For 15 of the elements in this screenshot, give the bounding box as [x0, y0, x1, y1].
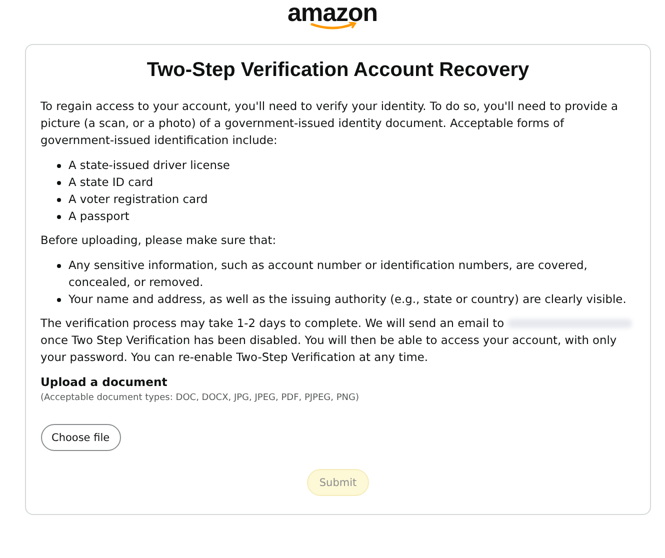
choose-file-button[interactable]: Choose file: [40, 424, 121, 451]
list-item: Your name and address, as well as the issuing authority (e.g., state or country) are clearly visible.: [56, 291, 636, 308]
smile-icon: [308, 22, 356, 30]
instruction-text: Before uploading, please make sure that:: [40, 232, 278, 249]
intro-paragraph: To regain access to your account, you'll need to verify your identity. To do so, you'll need to provide a picture (a scan, or a photo) of a government-issued identity document. Acceptable forms of government-issued identification include:: [40, 98, 620, 149]
notice-paragraph: The verification process may take 1-2 days to complete. We will send an email to once Two Step Verification has been disabled. You will then be able to access your account, with only your password. You can re-enable Two-Step Verification at any time.: [40, 315, 636, 366]
logo: amazon: [287, 0, 378, 26]
file-types-hint: (Acceptable document types: DOC, DOCX, JPG, JPEG, PDF, PJPEG, PNG): [40, 392, 360, 405]
list-item: Any sensitive information, such as account number or identification numbers, are covered, concealed, or removed.: [56, 257, 636, 291]
list-item: A state-issued driver license: [56, 157, 636, 174]
list-item: A voter registration card: [56, 191, 636, 208]
list-item: A state ID card: [56, 174, 636, 191]
page-title: Two-Step Verification Account Recovery: [146, 59, 530, 82]
list-item: A passport: [56, 208, 636, 225]
upload-heading: Upload a document: [40, 374, 168, 391]
